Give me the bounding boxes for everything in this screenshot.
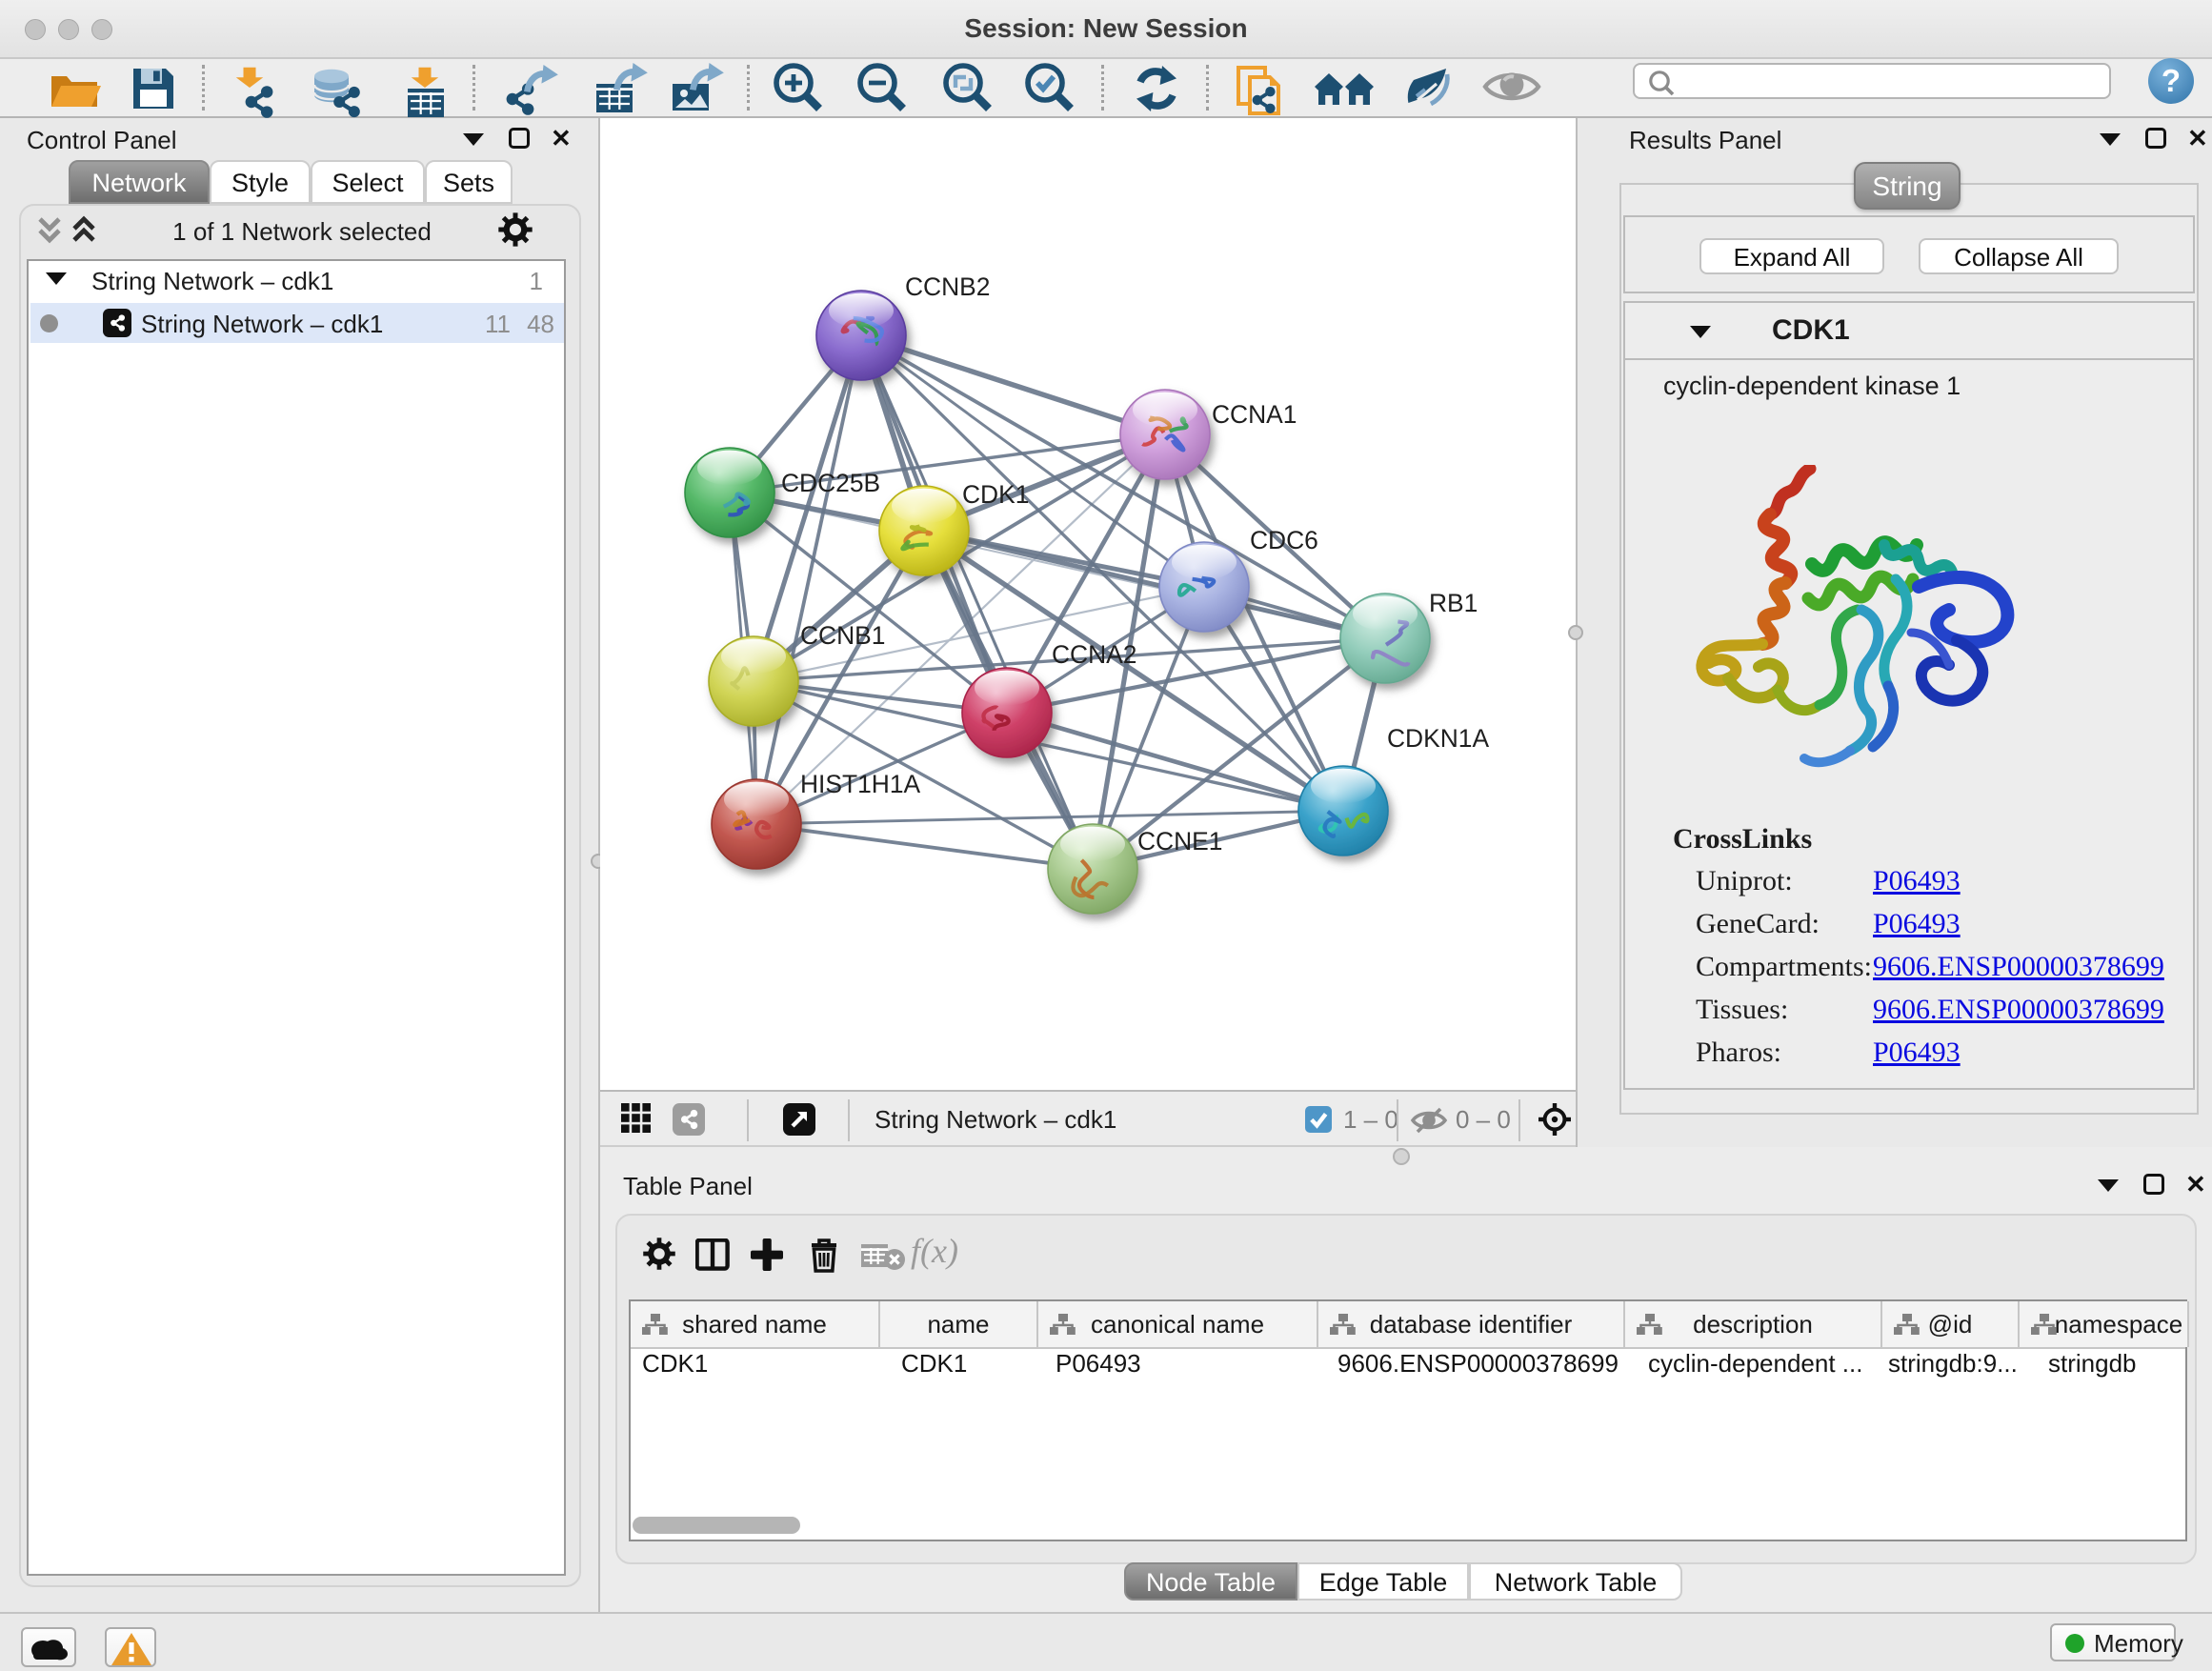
svg-text:CCNA1: CCNA1	[1212, 400, 1297, 429]
svg-text:CDK1: CDK1	[962, 480, 1029, 509]
svg-text:CCNE1: CCNE1	[1137, 827, 1222, 856]
svg-text:CCNA2: CCNA2	[1052, 640, 1136, 669]
svg-text:RB1: RB1	[1429, 589, 1478, 617]
svg-text:CDC25B: CDC25B	[781, 469, 880, 497]
svg-text:CDKN1A: CDKN1A	[1387, 724, 1489, 753]
svg-text:CCNB2: CCNB2	[905, 272, 990, 301]
svg-text:?: ?	[2162, 63, 2181, 98]
svg-text:CDC6: CDC6	[1250, 526, 1318, 554]
svg-text:CCNB1: CCNB1	[800, 621, 885, 650]
svg-text:HIST1H1A: HIST1H1A	[800, 770, 921, 798]
